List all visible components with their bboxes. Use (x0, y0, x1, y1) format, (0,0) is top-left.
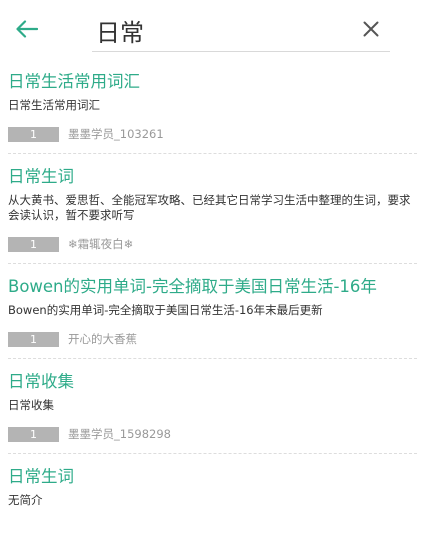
divider (8, 453, 417, 454)
search-input[interactable] (92, 12, 350, 48)
author-name: 墨墨学员_1598298 (68, 426, 171, 441)
count-badge: 1 (8, 331, 59, 347)
divider (8, 358, 417, 359)
result-description: Bowen的实用单词-完全摘取于美国日常生活-16年末最后更新 (8, 303, 323, 317)
result-item[interactable]: 日常生词 无简介 (0, 465, 425, 508)
count-badge: 1 (8, 236, 59, 252)
result-description: 日常生活常用词汇 (8, 98, 100, 112)
arrow-left-icon (16, 20, 38, 38)
result-meta: 1 开心的大香蕉 (8, 330, 417, 348)
close-icon (363, 21, 379, 37)
result-item[interactable]: Bowen的实用单词-完全摘取于美国日常生活-16年 Bowen的实用单词-完全… (0, 275, 425, 348)
results-list: 日常生活常用词汇 日常生活常用词汇 1 墨墨学员_103261 日常生词 从大黄… (0, 70, 425, 508)
result-description: 日常收集 (8, 398, 54, 412)
result-item[interactable]: 日常生词 从大黄书、爱思哲、全能冠军攻略、已经其它日常学习生活中整理的生词，要求… (0, 165, 425, 253)
clear-search-button[interactable] (356, 14, 386, 44)
divider (8, 153, 417, 154)
author-name: ❄霜辄夜白❄ (68, 236, 134, 251)
result-title: 日常生活常用词汇 (8, 72, 140, 91)
result-title: 日常生词 (8, 167, 74, 186)
result-item[interactable]: 日常收集 日常收集 1 墨墨学员_1598298 (0, 370, 425, 443)
result-meta: 1 墨墨学员_1598298 (8, 425, 417, 443)
result-title: Bowen的实用单词-完全摘取于美国日常生活-16年 (8, 277, 377, 296)
divider (8, 263, 417, 264)
result-title: 日常生词 (8, 467, 74, 486)
result-meta: 1 ❄霜辄夜白❄ (8, 235, 417, 253)
count-badge: 1 (8, 126, 59, 142)
result-title: 日常收集 (8, 372, 74, 391)
result-item[interactable]: 日常生活常用词汇 日常生活常用词汇 1 墨墨学员_103261 (0, 70, 425, 143)
search-underline (92, 51, 390, 52)
result-description: 从大黄书、爱思哲、全能冠军攻略、已经其它日常学习生活中整理的生词，要求会读认识，… (8, 193, 411, 222)
result-meta: 1 墨墨学员_103261 (8, 125, 417, 143)
author-name: 开心的大香蕉 (68, 331, 137, 346)
back-button[interactable] (12, 14, 42, 44)
count-badge: 1 (8, 426, 59, 442)
result-description: 无简介 (8, 493, 43, 507)
author-name: 墨墨学员_103261 (68, 126, 164, 141)
search-bar (0, 0, 425, 62)
